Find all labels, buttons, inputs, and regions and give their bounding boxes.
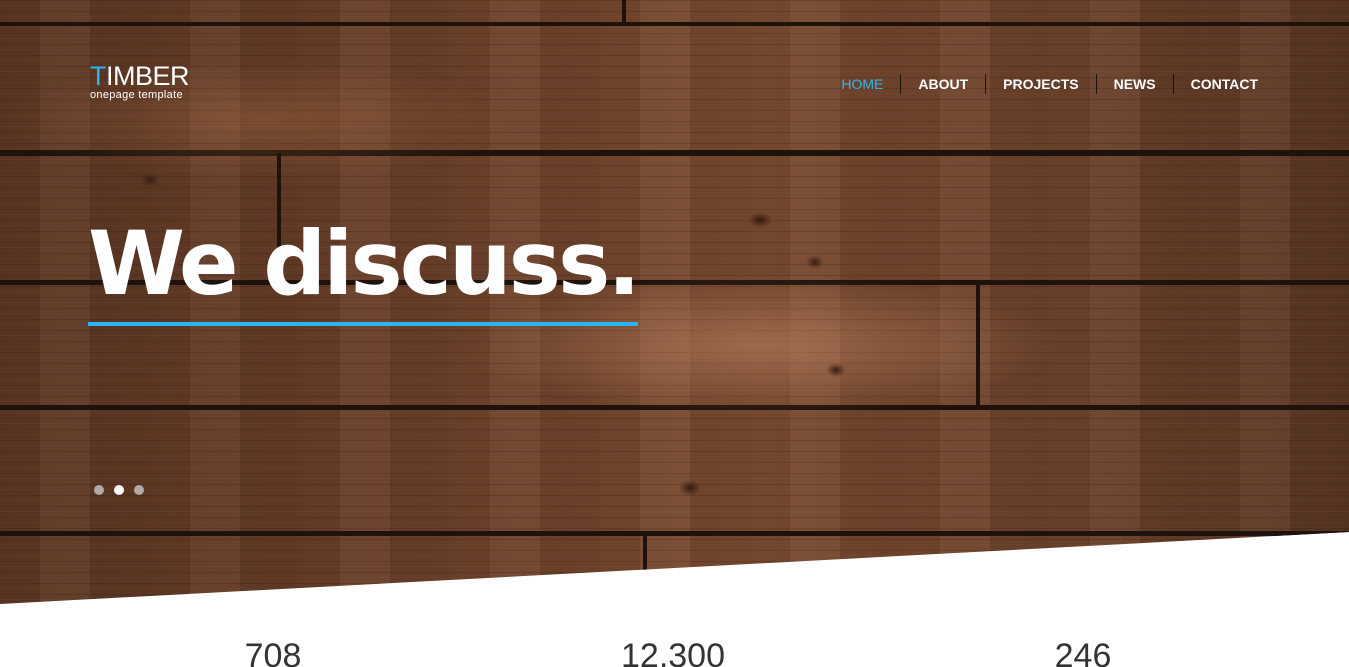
slider-pagination	[94, 485, 144, 495]
logo-accent-letter: T	[90, 61, 107, 91]
nav-item-home[interactable]: HOME	[824, 74, 900, 94]
slider-dot[interactable]	[134, 485, 144, 495]
stat-value: 708	[244, 637, 302, 667]
site-logo[interactable]: TIMBER onepage template	[90, 61, 190, 101]
logo-name: IMBER	[106, 61, 190, 91]
stat-value: 12,300	[621, 637, 725, 667]
plank-seam	[622, 0, 626, 24]
main-nav: HOME ABOUT PROJECTS NEWS CONTACT	[824, 74, 1275, 94]
plank-seam	[976, 283, 980, 408]
nav-item-about[interactable]: ABOUT	[900, 74, 985, 94]
hero-headline: We discuss.	[88, 214, 641, 326]
logo-wordmark: TIMBER	[90, 61, 190, 91]
logo-tagline: onepage template	[90, 89, 183, 101]
hero-section: TIMBER onepage template HOME ABOUT PROJE…	[0, 0, 1349, 604]
slider-dot-active[interactable]	[114, 485, 124, 495]
stat-value: 246	[1054, 637, 1112, 667]
nav-item-contact[interactable]: CONTACT	[1172, 74, 1275, 94]
slider-dot[interactable]	[94, 485, 104, 495]
nav-item-projects[interactable]: PROJECTS	[985, 74, 1095, 94]
page: TIMBER onepage template HOME ABOUT PROJE…	[0, 0, 1349, 667]
plank-seam	[643, 533, 647, 604]
nav-item-news[interactable]: NEWS	[1095, 74, 1173, 94]
